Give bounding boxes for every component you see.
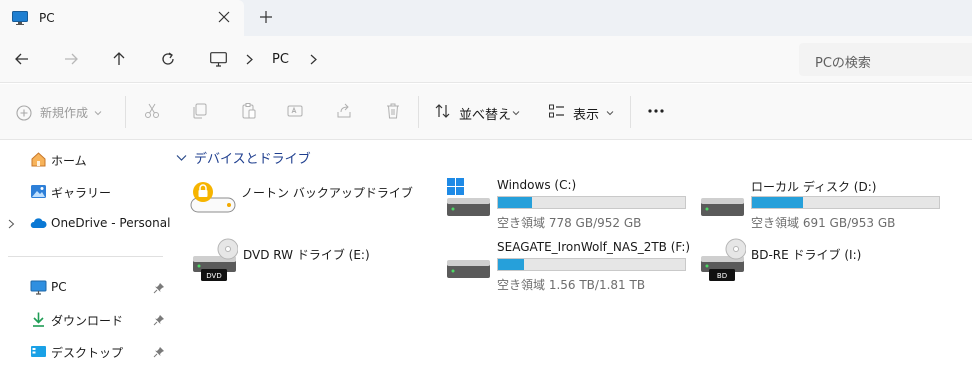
drive-usage-fill [498,197,533,208]
sidebar-item-label: PC [51,280,67,294]
chevron-down-icon [176,154,187,161]
view-button[interactable]: 表示 [573,104,599,123]
drive-usage-fill [752,197,804,208]
sidebar-item-label: ホーム [51,154,87,168]
drive-free-space: 空き領域 778 GB/952 GB [497,216,642,230]
sidebar-item-downloads[interactable]: ダウンロード [0,306,172,334]
group-header[interactable]: デバイスとドライブ [176,148,311,167]
dvd-drive-icon: DVD [193,238,238,281]
copy-icon[interactable] [191,102,209,120]
cut-icon[interactable] [143,102,161,120]
sidebar-item-label: ギャラリー [51,186,112,200]
norton-backup-icon [190,182,236,213]
sidebar-item-label: デスクトップ [51,346,124,360]
sidebar-item-gallery[interactable]: ギャラリー [0,178,172,206]
drive-free-space: 空き領域 1.56 TB/1.81 TB [497,278,646,292]
divider [630,96,631,128]
search-input[interactable]: PCの検索 [815,52,871,71]
divider [125,96,126,128]
drive-free-space: 空き領域 691 GB/953 GB [751,216,896,230]
drive-f[interactable]: SEAGATE_IronWolf_NAS_2TB (F:) 空き領域 1.56 … [446,238,698,296]
view-icon[interactable] [548,102,566,120]
home-icon [31,152,46,167]
drive-badge: BD [717,272,727,280]
monitor-icon [30,280,47,295]
chevron-down-icon [94,110,102,115]
download-icon [33,312,44,327]
search-box[interactable]: PCの検索 [799,43,972,76]
rename-icon[interactable] [286,102,304,120]
up-button[interactable] [111,51,127,67]
chevron-down-icon [606,111,614,116]
drive-name: Windows (C:) [497,178,577,192]
breadcrumb-pc[interactable]: PC [272,52,289,67]
drive-badge: DVD [206,272,221,280]
sidebar-item-desktop[interactable]: デスクトップ [0,338,172,366]
drive-d[interactable]: ローカル ディスク (D:) 空き領域 691 GB/953 GB [700,176,952,234]
hdd-icon [701,198,744,216]
share-icon[interactable] [335,102,353,120]
tab-strip: PC [0,0,972,36]
bd-drive-icon: BD [701,238,746,281]
drive-i[interactable]: BD BD-RE ドライブ (I:) [700,236,952,294]
sidebar-item-label: ダウンロード [51,314,124,328]
forward-button[interactable] [63,51,79,67]
paste-icon[interactable] [240,102,258,120]
drive-name: DVD RW ドライブ (E:) [243,248,370,262]
gallery-icon [31,185,46,198]
new-button[interactable]: 新規作成 [16,104,110,121]
navigation-bar: PC PCの検索 [0,36,972,83]
drive-name: BD-RE ドライブ (I:) [751,248,862,262]
tab-title: PC [39,11,55,25]
group-title: デバイスとドライブ [194,152,311,167]
sidebar-divider [8,256,163,257]
pin-icon[interactable] [153,282,165,294]
close-icon[interactable] [217,10,231,24]
desktop-icon [31,346,46,357]
drive-norton-backup[interactable]: ノートン バックアップドライブ [190,180,442,238]
more-options-icon[interactable] [647,104,665,118]
drive-usage-bar [751,196,940,209]
monitor-icon [12,11,28,25]
drive-usage-bar [497,258,686,271]
chevron-right-icon[interactable] [8,219,15,229]
sidebar-item-onedrive[interactable]: OneDrive - Personal [0,210,172,238]
drive-name: ノートン バックアップドライブ [241,186,413,200]
address-bar[interactable]: PC [198,43,790,76]
onedrive-icon [30,218,47,228]
monitor-icon [210,52,227,67]
drive-c[interactable]: Windows (C:) 空き領域 778 GB/952 GB [446,176,698,234]
sidebar-item-home[interactable]: ホーム [0,146,172,174]
drive-usage-fill [498,259,524,270]
new-button-label: 新規作成 [40,106,89,120]
chevron-down-icon [512,111,520,116]
drive-usage-bar [497,196,686,209]
sidebar-item-label: OneDrive - Personal [51,216,171,230]
windows-drive-icon [447,178,490,216]
navigation-pane: ホーム ギャラリー OneDrive - Personal PC ダウンロード … [0,141,172,368]
chevron-right-icon[interactable] [310,54,318,65]
refresh-button[interactable] [160,51,176,67]
pin-icon[interactable] [153,346,165,358]
chevron-right-icon[interactable] [246,54,254,65]
back-button[interactable] [14,51,30,67]
sort-button[interactable]: 並べ替え [459,104,511,123]
sidebar-item-pc[interactable]: PC [0,274,172,302]
drive-name: ローカル ディスク (D:) [751,180,877,194]
plus-circle-icon [16,104,32,121]
command-bar: 新規作成 並べ替え 表示 [0,84,972,140]
hdd-icon [447,260,490,278]
delete-icon[interactable] [384,102,402,120]
pin-icon[interactable] [153,314,165,326]
drive-name: SEAGATE_IronWolf_NAS_2TB (F:) [497,240,691,254]
tab-pc[interactable]: PC [0,0,244,36]
divider [418,96,419,128]
sort-icon[interactable] [434,102,452,120]
new-tab-button[interactable] [259,10,273,24]
drive-e[interactable]: DVD DVD RW ドライブ (E:) [192,236,444,294]
